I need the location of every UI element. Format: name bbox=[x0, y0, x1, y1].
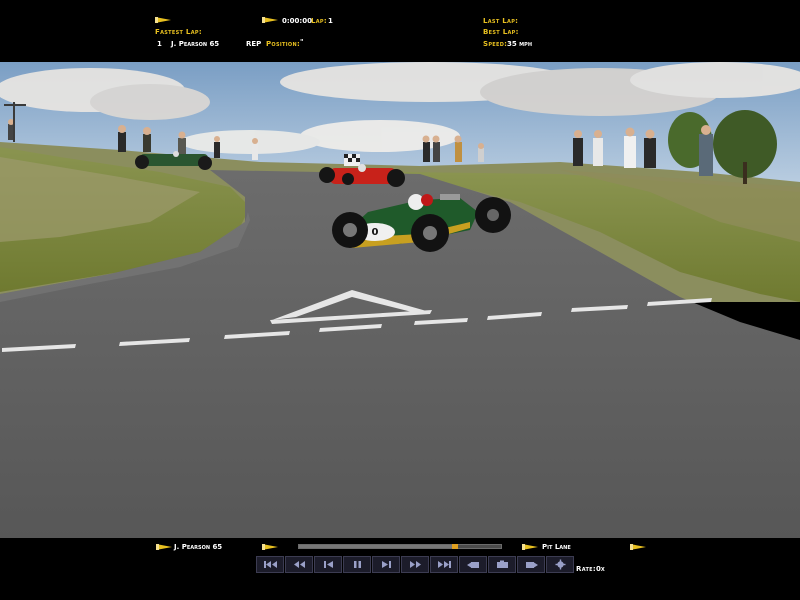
step-forward-icon bbox=[378, 559, 395, 570]
replay-progress-marker[interactable] bbox=[451, 544, 458, 549]
step-back-icon bbox=[320, 559, 337, 570]
fast-forward-button[interactable] bbox=[401, 556, 429, 573]
camera-icon bbox=[494, 559, 511, 570]
step-back-button[interactable] bbox=[314, 556, 342, 573]
fastest-lap-label: Fastest Lap: bbox=[155, 28, 202, 36]
last-lap-label: Last Lap: bbox=[483, 17, 519, 25]
rate-value: 0x bbox=[596, 565, 605, 573]
position-number: 1 bbox=[157, 40, 162, 48]
camera-prev-button[interactable] bbox=[459, 556, 487, 573]
lap-value: 1 bbox=[328, 17, 333, 25]
best-lap-label: Best Lap: bbox=[483, 28, 519, 36]
pause-button[interactable] bbox=[343, 556, 371, 573]
lap-label: Lap: bbox=[311, 17, 327, 25]
pennant-flag-icon bbox=[522, 544, 538, 550]
camera-button[interactable] bbox=[488, 556, 516, 573]
rate-label: Rate: bbox=[576, 565, 596, 573]
driver-name: J. Pearson 65 bbox=[171, 40, 220, 48]
bottom-hud: J. Pearson 65 Pit Lane Rate: 0x bbox=[0, 538, 800, 600]
skip-to-start-icon bbox=[262, 559, 279, 570]
replay-progress-bar[interactable] bbox=[298, 544, 502, 549]
replay-indicator: REP bbox=[246, 40, 262, 48]
pit-lane-camera[interactable]: Pit Lane bbox=[542, 543, 571, 551]
pennant-flag-icon bbox=[262, 17, 278, 23]
skip-to-start-button[interactable] bbox=[256, 556, 284, 573]
position-label: Position: bbox=[266, 40, 301, 48]
speed-label: Speed: bbox=[483, 40, 508, 48]
position-value: " bbox=[300, 38, 304, 46]
replay-transport-controls bbox=[256, 556, 574, 573]
skip-to-end-icon bbox=[436, 559, 453, 570]
camera-next-icon bbox=[523, 559, 540, 570]
pennant-flag-icon bbox=[630, 544, 646, 550]
fast-forward-icon bbox=[407, 559, 424, 570]
top-hud: Fastest Lap: 1 J. Pearson 65 REP 0:00:00… bbox=[0, 0, 800, 62]
rewind-icon bbox=[291, 559, 308, 570]
skip-to-end-button[interactable] bbox=[430, 556, 458, 573]
pennant-flag-icon bbox=[156, 544, 172, 550]
pennant-flag-icon bbox=[155, 17, 171, 23]
camera-prev-icon bbox=[465, 559, 482, 570]
bottom-driver-name[interactable]: J. Pearson 65 bbox=[174, 543, 222, 551]
camera-next-button[interactable] bbox=[517, 556, 545, 573]
player-car-number: 0 bbox=[372, 227, 379, 238]
settings-button[interactable] bbox=[546, 556, 574, 573]
speed-value: 35 mph bbox=[507, 40, 533, 48]
replay-progress-fill bbox=[299, 545, 455, 548]
step-forward-button[interactable] bbox=[372, 556, 400, 573]
race-time: 0:00:00 bbox=[282, 17, 312, 25]
race-scene: 0 bbox=[0, 62, 800, 538]
pennant-flag-icon bbox=[262, 544, 278, 550]
pause-icon bbox=[349, 559, 366, 570]
rewind-button[interactable] bbox=[285, 556, 313, 573]
settings-icon bbox=[552, 559, 569, 570]
